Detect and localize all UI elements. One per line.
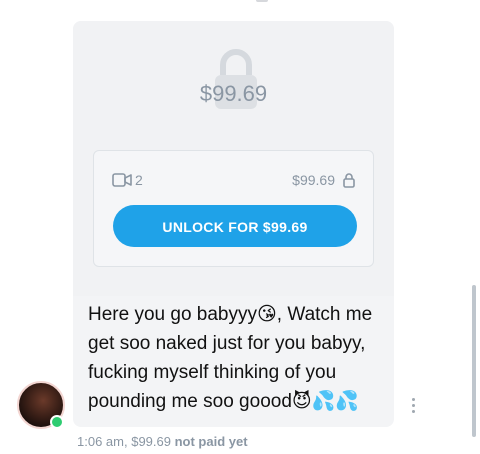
- more-vertical-icon[interactable]: [409, 398, 417, 414]
- card-price: $99.69: [292, 172, 335, 188]
- scrollbar-thumb[interactable]: [472, 285, 476, 437]
- message-meta: 1:06 am, $99.69 not paid yet: [77, 434, 248, 449]
- message-text: Here you go babyyy😘, Watch me get soo na…: [88, 300, 388, 416]
- video-camera-icon: [112, 173, 132, 187]
- lock-icon: [343, 173, 355, 188]
- media-count: 2: [135, 172, 143, 188]
- unlock-button[interactable]: UNLOCK FOR $99.69: [113, 205, 357, 247]
- locked-media-preview[interactable]: $99.69 2 $99.69 UNLOCK FOR $99.69: [73, 21, 394, 296]
- media-info-row: 2 $99.69: [112, 171, 355, 191]
- preview-price: $99.69: [199, 81, 268, 106]
- message-price: $99.69: [131, 434, 171, 449]
- message-line: get soo naked just for you babyy,: [88, 333, 366, 354]
- online-status-dot: [50, 415, 64, 429]
- top-divider: [256, 0, 268, 2]
- sender-avatar[interactable]: [17, 381, 65, 429]
- message-time: 1:06 am,: [77, 434, 128, 449]
- message-bubble: $99.69 2 $99.69 UNLOCK FOR $99.69 Here y…: [73, 21, 394, 427]
- message-line: pounding me soo goood😈💦💦: [88, 391, 360, 412]
- payment-status: not paid yet: [174, 434, 248, 449]
- purchase-card: 2 $99.69 UNLOCK FOR $99.69: [93, 150, 374, 267]
- message-line: fucking myself thinking of you: [88, 362, 337, 383]
- message-line: Here you go babyyy😘, Watch me: [88, 304, 373, 325]
